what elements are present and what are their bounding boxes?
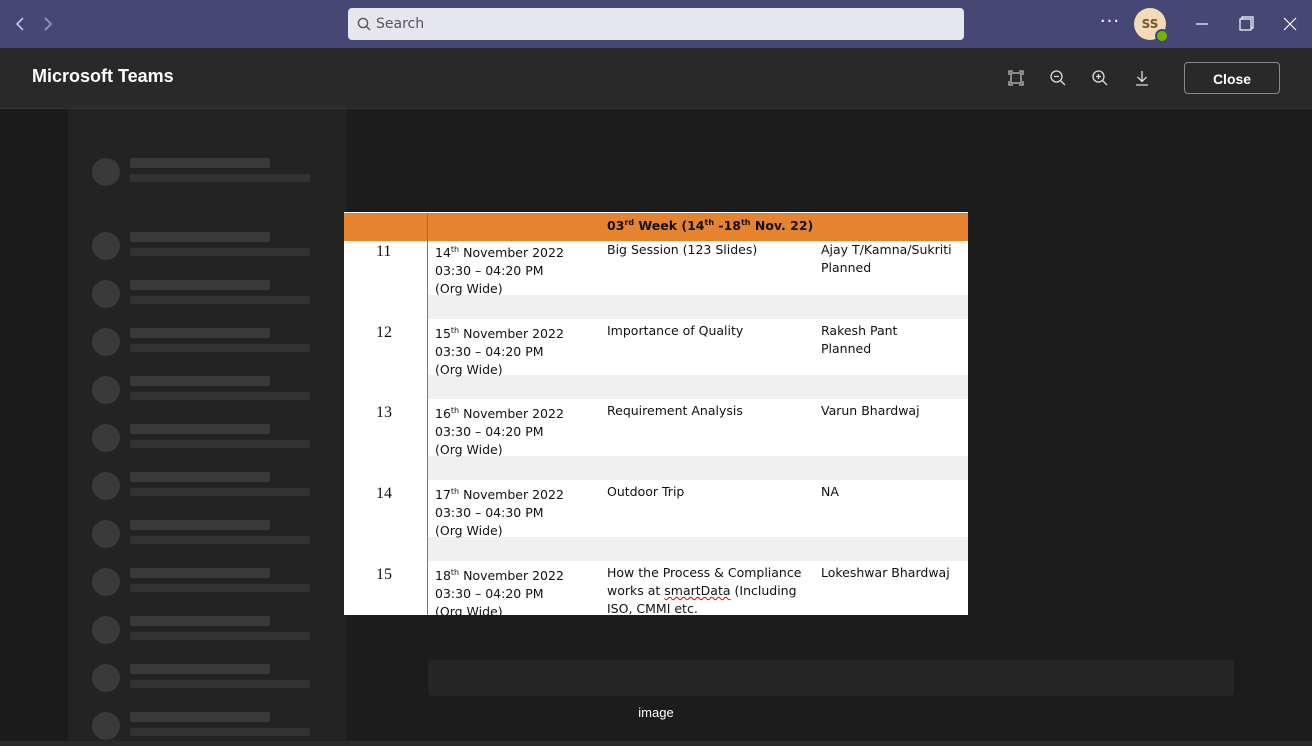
session-owner: Varun Bhardwaj bbox=[821, 403, 920, 418]
maximize-button[interactable] bbox=[1232, 10, 1260, 38]
session-date: 16th November 2022 03:30 – 04:20 PM (Org W… bbox=[435, 406, 564, 458]
list-item bbox=[92, 322, 332, 362]
download-icon bbox=[1136, 71, 1148, 86]
app-rail bbox=[0, 108, 68, 741]
session-date: 15th November 2022 03:30 – 04:20 PM (Org W… bbox=[435, 326, 564, 378]
session-owner: Lokeshwar Bhardwaj bbox=[821, 565, 950, 580]
list-item bbox=[92, 562, 332, 602]
week-header-text: 03rd Week (14th -18th Nov. 22) bbox=[607, 218, 814, 234]
list-item bbox=[92, 152, 332, 192]
forward-button[interactable] bbox=[36, 12, 60, 36]
more-options-button[interactable]: ··· bbox=[1098, 12, 1122, 36]
week-header-row: 03rd Week (14th -18th Nov. 22) bbox=[344, 213, 968, 241]
title-bar: ··· SS bbox=[0, 0, 1312, 48]
search-box[interactable] bbox=[348, 8, 964, 40]
session-topic: Outdoor Trip bbox=[607, 484, 685, 499]
session-date: 14th November 2022 03:30 – 04:20 PM (Org W… bbox=[435, 245, 564, 297]
restore-icon bbox=[1239, 16, 1254, 31]
back-button[interactable] bbox=[8, 12, 32, 36]
list-item bbox=[92, 658, 332, 698]
minimize-button[interactable] bbox=[1188, 10, 1216, 38]
session-owner: NA bbox=[821, 484, 839, 499]
fit-to-screen-button[interactable] bbox=[1004, 66, 1028, 90]
message-compose-box bbox=[428, 660, 1234, 696]
session-owner: Ajay T/Kamna/Sukriti Planned bbox=[821, 242, 952, 275]
session-date: 17th November 2022 03:30 – 04:30 PM (Org W… bbox=[435, 487, 564, 539]
list-item bbox=[92, 514, 332, 554]
list-item bbox=[92, 418, 332, 458]
list-item bbox=[92, 226, 332, 266]
close-window-button[interactable] bbox=[1276, 10, 1304, 38]
zoom-in-icon bbox=[1092, 70, 1108, 86]
fit-screen-icon bbox=[1008, 70, 1024, 86]
presence-available-icon bbox=[1155, 29, 1169, 43]
session-topic: Big Session (123 Slides) bbox=[607, 242, 758, 257]
row-number: 11 bbox=[376, 243, 392, 260]
document-image: 03rd Week (14th -18th Nov. 22) 11 14th N… bbox=[344, 212, 968, 615]
session-owner: Rakesh Pant Planned bbox=[821, 323, 898, 356]
list-item bbox=[92, 274, 332, 314]
zoom-out-button[interactable] bbox=[1046, 66, 1070, 90]
zoom-in-button[interactable] bbox=[1088, 66, 1112, 90]
chevron-right-icon bbox=[44, 17, 53, 31]
list-item bbox=[92, 466, 332, 506]
session-date: 18th November 2022 03:30 – 04:20 PM (Org W… bbox=[435, 568, 564, 615]
chevron-left-icon bbox=[15, 17, 24, 31]
search-icon bbox=[357, 17, 371, 31]
row-number: 15 bbox=[376, 566, 392, 583]
minimize-icon bbox=[1196, 23, 1208, 25]
row-number: 14 bbox=[376, 485, 392, 502]
row-number: 13 bbox=[376, 404, 392, 421]
image-caption: image bbox=[638, 705, 674, 720]
list-item bbox=[92, 610, 332, 650]
list-item bbox=[92, 370, 332, 410]
page-title: Microsoft Teams bbox=[32, 66, 174, 86]
download-button[interactable] bbox=[1130, 66, 1154, 90]
image-viewer-header: Microsoft Teams Close bbox=[0, 48, 1312, 109]
search-input[interactable] bbox=[376, 12, 946, 36]
row-number: 12 bbox=[376, 324, 392, 341]
chat-list bbox=[68, 108, 346, 741]
close-viewer-button[interactable]: Close bbox=[1184, 62, 1280, 94]
session-topic: Requirement Analysis bbox=[607, 403, 743, 418]
close-icon bbox=[1283, 17, 1297, 31]
session-topic: How the Process & Compliance works at sma… bbox=[607, 565, 802, 615]
session-topic: Importance of Quality bbox=[607, 323, 744, 338]
zoom-out-icon bbox=[1050, 70, 1066, 86]
